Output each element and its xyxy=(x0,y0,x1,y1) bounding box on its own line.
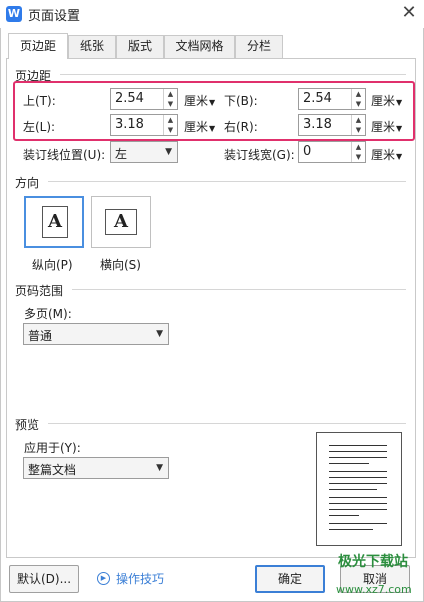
top-margin-label: 上(T): xyxy=(23,94,56,108)
watermark-url: www.xz7.com xyxy=(336,583,412,596)
spin-down-icon[interactable]: ▼ xyxy=(164,125,177,135)
spin-up-icon[interactable]: ▲ xyxy=(352,115,365,125)
spin-down-icon[interactable]: ▼ xyxy=(352,99,365,109)
apply-to-label: 应用于(Y): xyxy=(24,441,81,455)
landscape-button[interactable]: A xyxy=(91,196,151,248)
bottom-margin-input[interactable]: 2.54 ▲ ▼ xyxy=(298,88,366,110)
bottom-margin-label: 下(B): xyxy=(224,94,258,108)
section-divider xyxy=(72,289,406,290)
spin-up-icon[interactable]: ▲ xyxy=(352,89,365,99)
play-icon[interactable]: ▶ xyxy=(97,572,110,585)
preview-section-title: 预览 xyxy=(15,416,40,433)
chevron-down-icon: ▼ xyxy=(165,147,172,157)
ok-button[interactable]: 确定 xyxy=(255,565,325,593)
apply-to-select[interactable]: 整篇文档 ▼ xyxy=(23,457,169,479)
tab-margins[interactable]: 页边距 xyxy=(8,33,68,59)
spin-down-icon[interactable]: ▼ xyxy=(164,99,177,109)
section-divider xyxy=(48,181,406,182)
spin-down-icon[interactable]: ▼ xyxy=(352,125,365,135)
preview-text-line xyxy=(329,483,387,484)
watermark-title: 极光下载站 xyxy=(338,554,408,570)
chevron-down-icon: ▼ xyxy=(156,463,163,473)
wps-writer-icon: W xyxy=(6,6,22,22)
portrait-page-icon: A xyxy=(42,206,68,238)
tab-columns[interactable]: 分栏 xyxy=(235,35,283,58)
right-unit-dropdown[interactable]: 厘米▼ xyxy=(371,118,402,135)
gutter-unit-dropdown[interactable]: 厘米▼ xyxy=(371,146,402,163)
top-margin-input[interactable]: 2.54 ▲ ▼ xyxy=(110,88,178,110)
default-button[interactable]: 默认(D)... xyxy=(9,565,79,593)
preview-text-line xyxy=(329,477,387,478)
preview-text-line xyxy=(329,471,387,472)
chevron-down-icon: ▼ xyxy=(156,329,163,339)
tips-link[interactable]: 操作技巧 xyxy=(116,570,164,587)
portrait-button[interactable]: A xyxy=(24,196,84,248)
portrait-label: 纵向(P) xyxy=(32,258,73,272)
right-margin-label: 右(R): xyxy=(224,120,258,134)
spin-down-icon[interactable]: ▼ xyxy=(352,152,365,162)
right-margin-input[interactable]: 3.18 ▲ ▼ xyxy=(298,114,366,136)
tab-layout[interactable]: 版式 xyxy=(116,35,164,58)
gutter-width-label: 装订线宽(G): xyxy=(224,148,295,162)
orientation-section-title: 方向 xyxy=(15,174,40,191)
spin-up-icon[interactable]: ▲ xyxy=(164,89,177,99)
close-icon[interactable]: ✕ xyxy=(398,3,420,25)
left-margin-input[interactable]: 3.18 ▲ ▼ xyxy=(110,114,178,136)
landscape-page-icon: A xyxy=(105,209,137,235)
tab-doc-grid[interactable]: 文档网格 xyxy=(164,35,235,58)
preview-text-line xyxy=(329,509,387,510)
preview-text-line xyxy=(329,497,387,498)
preview-text-line xyxy=(329,451,387,452)
landscape-label: 横向(S) xyxy=(100,258,141,272)
section-divider xyxy=(48,423,406,424)
preview-text-line xyxy=(329,489,377,490)
gutter-position-select[interactable]: 左 ▼ xyxy=(110,141,178,163)
section-divider xyxy=(60,74,406,75)
preview-text-line xyxy=(329,463,369,464)
preview-text-line xyxy=(329,445,387,446)
top-unit-dropdown[interactable]: 厘米▼ xyxy=(184,92,215,109)
preview-text-line xyxy=(329,529,373,530)
bottom-unit-dropdown[interactable]: 厘米▼ xyxy=(371,92,402,109)
spin-up-icon[interactable]: ▲ xyxy=(352,142,365,152)
multiple-pages-select[interactable]: 普通 ▼ xyxy=(23,323,169,345)
left-unit-dropdown[interactable]: 厘米▼ xyxy=(184,118,215,135)
gutter-width-input[interactable]: 0 ▲ ▼ xyxy=(298,141,366,163)
preview-text-line xyxy=(329,457,387,458)
page-preview xyxy=(316,432,402,546)
left-margin-label: 左(L): xyxy=(23,120,56,134)
tab-paper[interactable]: 纸张 xyxy=(68,35,116,58)
spin-up-icon[interactable]: ▲ xyxy=(164,115,177,125)
multiple-pages-label: 多页(M): xyxy=(24,307,72,321)
dialog-title: 页面设置 xyxy=(28,9,81,24)
gutter-position-label: 装订线位置(U): xyxy=(23,148,106,162)
preview-text-line xyxy=(329,523,387,524)
pages-section-title: 页码范围 xyxy=(15,282,64,299)
preview-text-line xyxy=(329,515,359,516)
preview-text-line xyxy=(329,503,387,504)
